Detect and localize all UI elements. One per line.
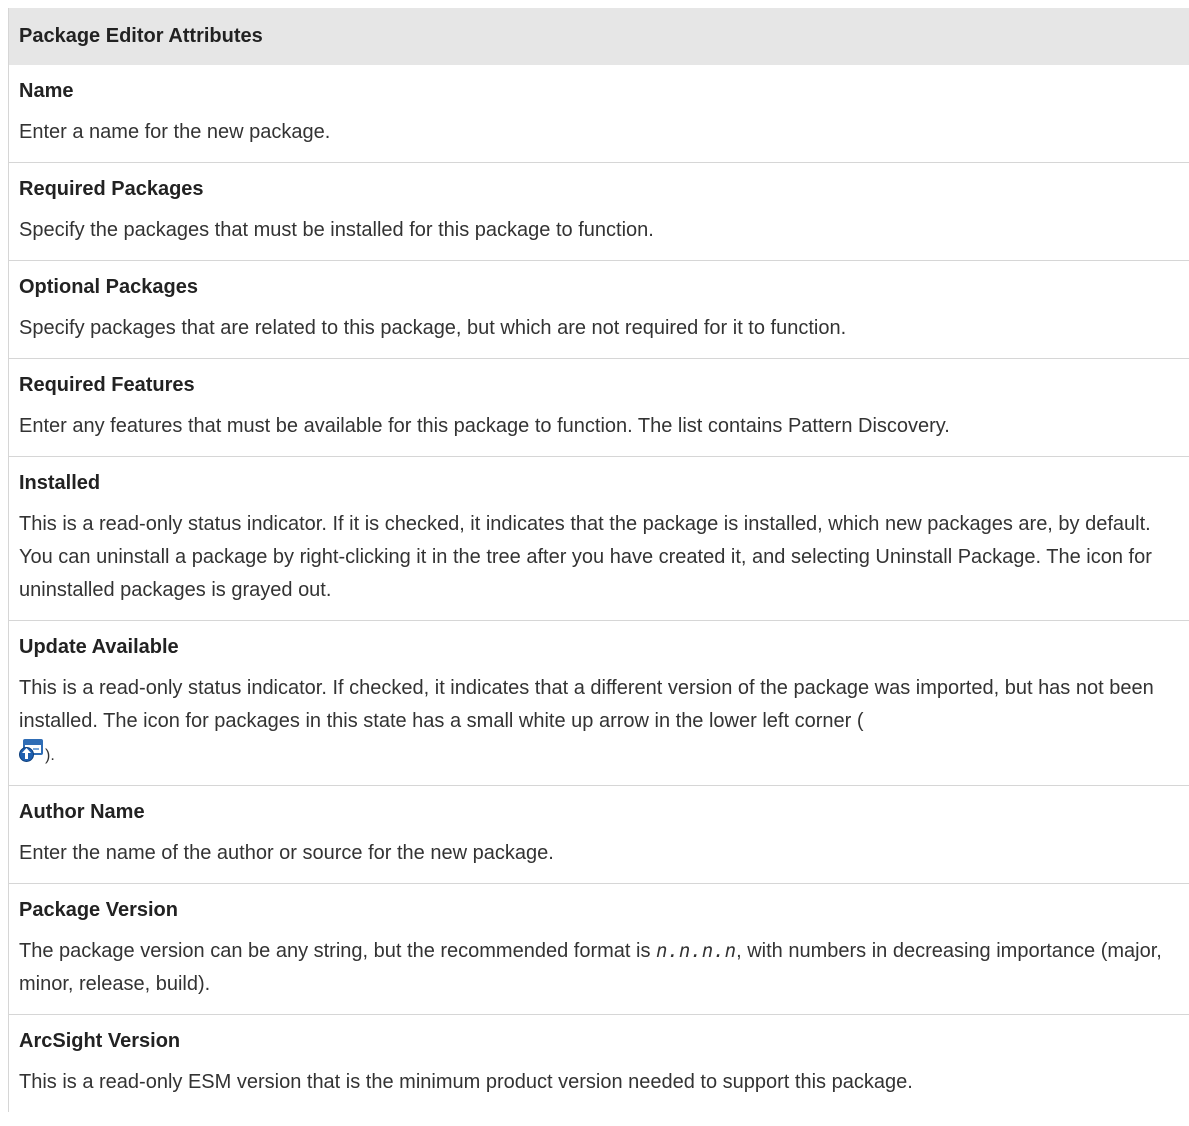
table-header: Package Editor Attributes	[9, 8, 1189, 65]
attribute-term: ArcSight Version	[19, 1030, 181, 1052]
attribute-description: Enter a name for the new package.	[19, 121, 331, 143]
attribute-term: Required Features	[19, 374, 195, 396]
attribute-term: Name	[19, 80, 74, 102]
attribute-row-required-packages: Required Packages Specify the packages t…	[9, 163, 1189, 261]
attribute-row-installed: Installed This is a read-only status ind…	[9, 457, 1189, 621]
attribute-term: Update Available	[19, 636, 179, 658]
version-format-code: n.n.n.n	[656, 940, 737, 962]
attribute-term: Required Packages	[19, 178, 204, 200]
attribute-row-author-name: Author Name Enter the name of the author…	[9, 786, 1189, 884]
attribute-description: Enter the name of the author or source f…	[19, 842, 554, 864]
attribute-term: Package Version	[19, 899, 178, 921]
attribute-description: Specify the packages that must be instal…	[19, 219, 654, 241]
attribute-row-optional-packages: Optional Packages Specify packages that …	[9, 261, 1189, 359]
package-editor-attributes-table: Package Editor Attributes Name Enter a n…	[8, 8, 1189, 1112]
attribute-row-package-version: Package Version The package version can …	[9, 884, 1189, 1015]
attribute-term: Installed	[19, 472, 101, 494]
attribute-description-pre: The package version can be any string, b…	[19, 940, 657, 962]
attribute-description: Specify packages that are related to thi…	[19, 317, 847, 339]
attribute-row-update-available: Update Available This is a read-only sta…	[9, 621, 1189, 786]
attribute-description-end: ).	[45, 747, 55, 764]
attribute-term: Optional Packages	[19, 276, 198, 298]
attribute-description-text: This is a read-only status indicator. If…	[19, 677, 1154, 732]
attribute-description: This is a read-only status indicator. If…	[19, 513, 1152, 601]
attribute-description: This is a read-only ESM version that is …	[19, 1071, 913, 1093]
attribute-description: The package version can be any string, b…	[19, 935, 1180, 1001]
attribute-term: Author Name	[19, 801, 145, 823]
attribute-row-name: Name Enter a name for the new package.	[9, 65, 1189, 163]
package-update-available-icon	[19, 738, 45, 764]
attribute-row-arcsight-version: ArcSight Version This is a read-only ESM…	[9, 1015, 1189, 1112]
attribute-description: This is a read-only status indicator. If…	[19, 672, 1180, 772]
attribute-row-required-features: Required Features Enter any features tha…	[9, 359, 1189, 457]
attribute-description: Enter any features that must be availabl…	[19, 415, 950, 437]
